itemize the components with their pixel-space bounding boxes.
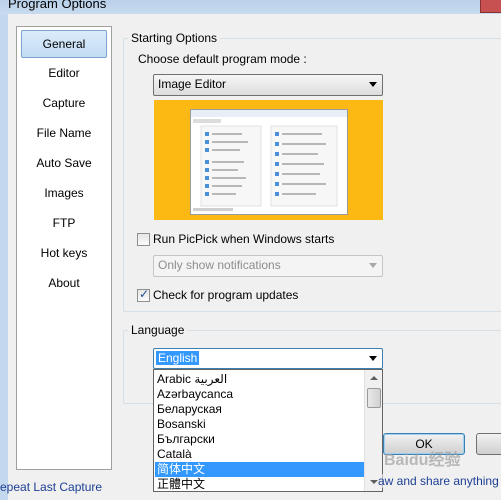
language-dropdown-list: Arabic العربية Azərbaycanca Беларуская B… [153,369,383,492]
sidebar-item-label: File Name [36,126,92,140]
list-item[interactable]: Azərbaycanca [155,387,367,402]
cancel-button[interactable] [476,433,501,455]
window-title: Program Options [8,0,107,11]
list-item[interactable]: 正體中文 [155,477,367,491]
checkmark-icon: ✓ [139,287,150,301]
window-frame [0,14,8,500]
language-selected-value: English [156,351,200,365]
sidebar-item-label: Capture [42,96,86,110]
sidebar-item-auto-save[interactable]: Auto Save [17,148,111,178]
scroll-thumb[interactable] [367,388,381,408]
arrow-up-icon [370,376,378,380]
title-bar: Program Options [0,0,501,14]
close-button[interactable] [480,0,501,13]
starting-options-label: Starting Options [128,31,221,45]
list-item[interactable]: Català [155,447,367,462]
sidebar-item-label: Images [44,186,84,200]
run-on-start-checkbox[interactable] [137,233,150,246]
default-mode-value: Image Editor [158,77,227,91]
sidebar-item-label: Auto Save [36,156,92,170]
sidebar-item-label: General [42,37,86,51]
language-select[interactable]: English [153,348,383,369]
editor-screenshot-thumbnail [190,109,348,215]
check-updates-label: Check for program updates [153,288,299,302]
list-item-highlighted[interactable]: 简体中文 [155,462,367,477]
repeat-last-capture-link[interactable]: epeat Last Capture [0,480,102,494]
sidebar-item-file-name[interactable]: File Name [17,118,111,148]
default-mode-select[interactable]: Image Editor [153,74,383,96]
check-updates-checkbox[interactable]: ✓ [137,287,150,302]
default-mode-prompt: Choose default program mode : [138,52,307,66]
list-item[interactable]: Беларуская [155,402,367,417]
sidebar-item-label: FTP [52,216,76,230]
notification-mode-value: Only show notifications [158,258,281,272]
sidebar-item-ftp[interactable]: FTP [17,208,111,238]
run-on-start-label: Run PicPick when Windows starts [153,232,335,246]
arrow-down-icon [370,480,378,484]
chevron-down-icon [369,82,377,87]
sidebar-item-about[interactable]: About [17,268,111,298]
chevron-down-icon [369,356,377,361]
sidebar-item-label: About [48,276,80,290]
sidebar-item-hot-keys[interactable]: Hot keys [17,238,111,268]
list-item[interactable]: Български [155,432,367,447]
watermark-text: Baidu经验 [384,452,461,469]
chevron-down-icon [369,263,377,268]
list-item[interactable]: Bosanski [155,417,367,432]
language-label: Language [128,323,188,337]
sidebar-item-editor[interactable]: Editor [17,58,111,88]
sidebar-item-general[interactable]: General [21,30,107,58]
footer-overlay-text: aw and share anything [378,474,499,488]
sidebar-item-capture[interactable]: Capture [17,88,111,118]
mode-preview-image [154,100,383,220]
notification-mode-select[interactable]: Only show notifications [153,255,383,277]
sidebar-item-images[interactable]: Images [17,178,111,208]
sidebar-item-label: Hot keys [40,246,88,260]
options-sidebar: General Editor Capture File Name Auto Sa… [16,26,112,470]
list-item[interactable]: Arabic العربية [155,372,367,387]
sidebar-item-label: Editor [48,66,80,80]
dropdown-scrollbar[interactable] [364,370,382,491]
scroll-up-button[interactable] [366,371,381,386]
